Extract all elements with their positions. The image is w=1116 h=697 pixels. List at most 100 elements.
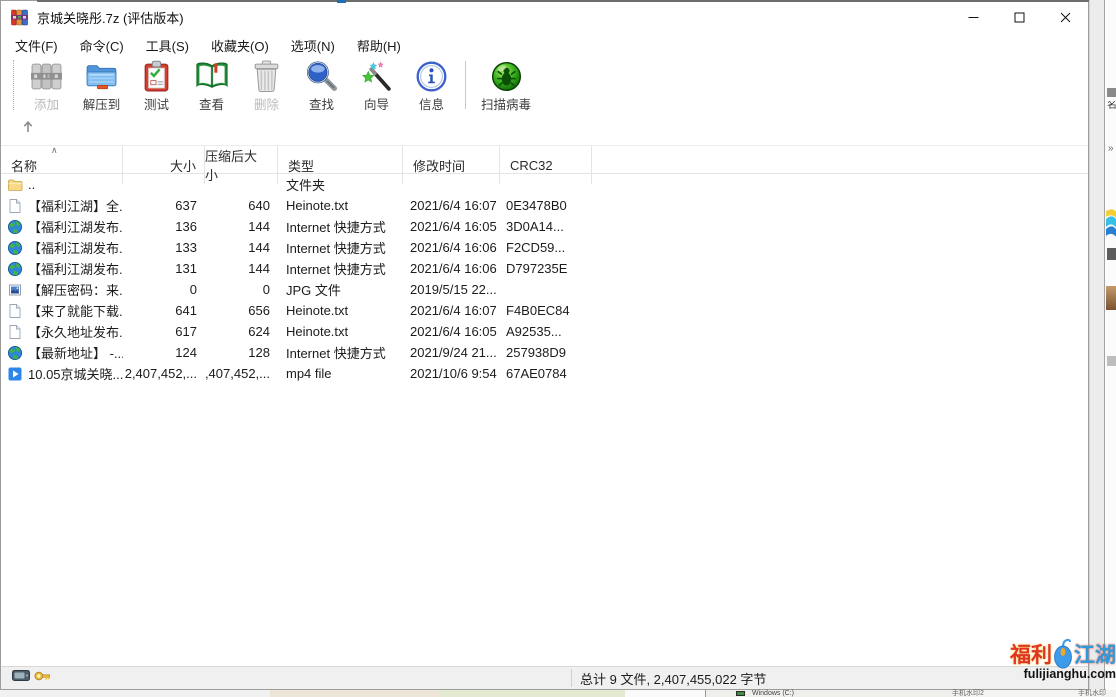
file-name: 10.05京城关晓...: [28, 364, 123, 383]
file-crc32: [500, 279, 592, 300]
file-packed-size: 0: [205, 279, 278, 300]
file-type: Internet 快捷方式: [278, 342, 403, 363]
file-size: 2,407,452,...: [123, 363, 205, 384]
close-button[interactable]: [1042, 2, 1088, 32]
file-crc32: A92535...: [500, 321, 592, 342]
scan-virus-icon: [489, 59, 523, 93]
file-packed-size: 144: [205, 237, 278, 258]
info-button-label: 信息: [419, 94, 444, 113]
column-header-packed[interactable]: 压缩后大小: [205, 146, 278, 184]
file-type: Internet 快捷方式: [278, 237, 403, 258]
column-header-size[interactable]: 大小: [123, 146, 205, 184]
disk-icon[interactable]: [12, 669, 30, 687]
column-header-name[interactable]: 名称∧: [1, 146, 123, 184]
menu-options[interactable]: 选项(N): [280, 33, 346, 58]
test-button-label: 测试: [144, 94, 169, 113]
file-crc32: 0E3478B0: [500, 195, 592, 216]
toolbar-gripper[interactable]: [13, 60, 14, 110]
maximize-button[interactable]: [996, 2, 1042, 32]
image-file-icon: [7, 282, 23, 298]
file-packed-size: 640: [205, 195, 278, 216]
view-button[interactable]: 查看: [184, 58, 239, 113]
file-row[interactable]: 【永久地址发布...617624Heinote.txt2021/6/4 16:0…: [1, 321, 1088, 342]
background-fragment-chevron: »: [1108, 144, 1116, 154]
file-name-cell: 【福利江湖发布...: [1, 258, 123, 279]
watermark-url: fulijianghu.com: [1002, 667, 1116, 681]
wizard-button-label: 向导: [364, 94, 389, 113]
file-name: 【福利江湖发布...: [28, 238, 123, 257]
column-header-label: 大小: [170, 156, 196, 175]
watermark-brand-left: 福利: [1010, 639, 1052, 669]
file-name: 【福利江湖发布...: [28, 259, 123, 278]
file-name: 【福利江湖】全...: [28, 196, 123, 215]
maximize-icon: [1014, 12, 1025, 23]
file-size: 136: [123, 216, 205, 237]
file-row[interactable]: 【来了就能下载...641656Heinote.txt2021/6/4 16:0…: [1, 300, 1088, 321]
watermark: 福利 江湖 fulijianghu.com: [1002, 633, 1116, 681]
file-type: Internet 快捷方式: [278, 258, 403, 279]
close-icon: [1060, 12, 1071, 23]
status-total-text: 总计 9 文件, 2,407,455,022 字节: [580, 669, 766, 688]
column-header-type[interactable]: 类型: [278, 146, 403, 184]
file-size: 637: [123, 195, 205, 216]
file-size: 641: [123, 300, 205, 321]
window-controls: [950, 2, 1088, 32]
text-file-icon: [7, 324, 23, 340]
file-packed-size: 2,407,452,...: [205, 363, 278, 384]
file-size: 124: [123, 342, 205, 363]
file-row[interactable]: 【福利江湖发布...133144Internet 快捷方式2021/6/4 16…: [1, 237, 1088, 258]
file-name: 【解压密码：来...: [28, 280, 123, 299]
column-header-modified[interactable]: 修改时间: [403, 146, 500, 184]
test-button[interactable]: 测试: [129, 58, 184, 113]
add-archive-icon: [30, 59, 64, 93]
file-packed-size: 128: [205, 342, 278, 363]
find-button-label: 查找: [309, 94, 334, 113]
status-bar-divider: [571, 669, 572, 687]
file-size: 133: [123, 237, 205, 258]
add-button[interactable]: 添加: [19, 58, 74, 113]
file-row[interactable]: 【最新地址】 -...124128Internet 快捷方式2021/9/24 …: [1, 342, 1088, 363]
title-bar[interactable]: 京城关晓彤.7z (评估版本): [1, 2, 1088, 32]
winrar-app-icon: [11, 9, 28, 26]
toolbar: 添加解压到测试查看删除查找 向导 信息 扫描病毒: [1, 58, 1088, 114]
file-packed-size: 656: [205, 300, 278, 321]
file-packed-size: 144: [205, 258, 278, 279]
background-fragment-text: 名: [1107, 101, 1116, 111]
column-header-crc32[interactable]: CRC32: [500, 146, 592, 184]
scan-virus-button[interactable]: 扫描病毒: [473, 58, 539, 113]
extract-to-button[interactable]: 解压到: [74, 58, 129, 113]
text-file-icon: [7, 198, 23, 214]
wizard-wand-icon: [360, 59, 394, 93]
scan-virus-button-label: 扫描病毒: [481, 94, 531, 113]
file-row[interactable]: 10.05京城关晓...2,407,452,...2,407,452,...mp…: [1, 363, 1088, 384]
menu-tools[interactable]: 工具(S): [135, 33, 200, 58]
file-row[interactable]: 【解压密码：来...00JPG 文件2019/5/15 22...: [1, 279, 1088, 300]
background-window-top-accent: [337, 0, 346, 3]
file-type: Internet 快捷方式: [278, 216, 403, 237]
find-button[interactable]: 查找: [294, 58, 349, 113]
file-row[interactable]: 【福利江湖】全...637640Heinote.txt2021/6/4 16:0…: [1, 195, 1088, 216]
file-row[interactable]: 【福利江湖发布...136144Internet 快捷方式2021/6/4 16…: [1, 216, 1088, 237]
file-name: 【来了就能下载...: [28, 301, 123, 320]
wizard-button[interactable]: 向导: [349, 58, 404, 113]
file-type: Heinote.txt: [278, 321, 403, 342]
menu-favorites[interactable]: 收藏夹(O): [200, 33, 280, 58]
menu-command[interactable]: 命令(C): [69, 33, 135, 58]
file-modified: 2021/9/24 21...: [403, 342, 500, 363]
up-one-level-button[interactable]: [14, 117, 42, 142]
globe-icon: [7, 261, 23, 277]
minimize-icon: [968, 12, 979, 23]
info-button[interactable]: 信息: [404, 58, 459, 113]
menu-help[interactable]: 帮助(H): [346, 33, 412, 58]
status-bar: 总计 9 文件, 2,407,455,022 字节: [1, 666, 1088, 689]
file-row[interactable]: 【福利江湖发布...131144Internet 快捷方式2021/6/4 16…: [1, 258, 1088, 279]
delete-button[interactable]: 删除: [239, 58, 294, 113]
key-icon[interactable]: [34, 669, 51, 687]
info-circle-icon: [415, 59, 449, 93]
globe-icon: [7, 219, 23, 235]
minimize-button[interactable]: [950, 2, 996, 32]
menu-file[interactable]: 文件(F): [4, 33, 69, 58]
file-list: ..文件夹【福利江湖】全...637640Heinote.txt2021/6/4…: [1, 174, 1088, 384]
column-header-label: 类型: [288, 156, 314, 175]
globe-icon: [7, 345, 23, 361]
